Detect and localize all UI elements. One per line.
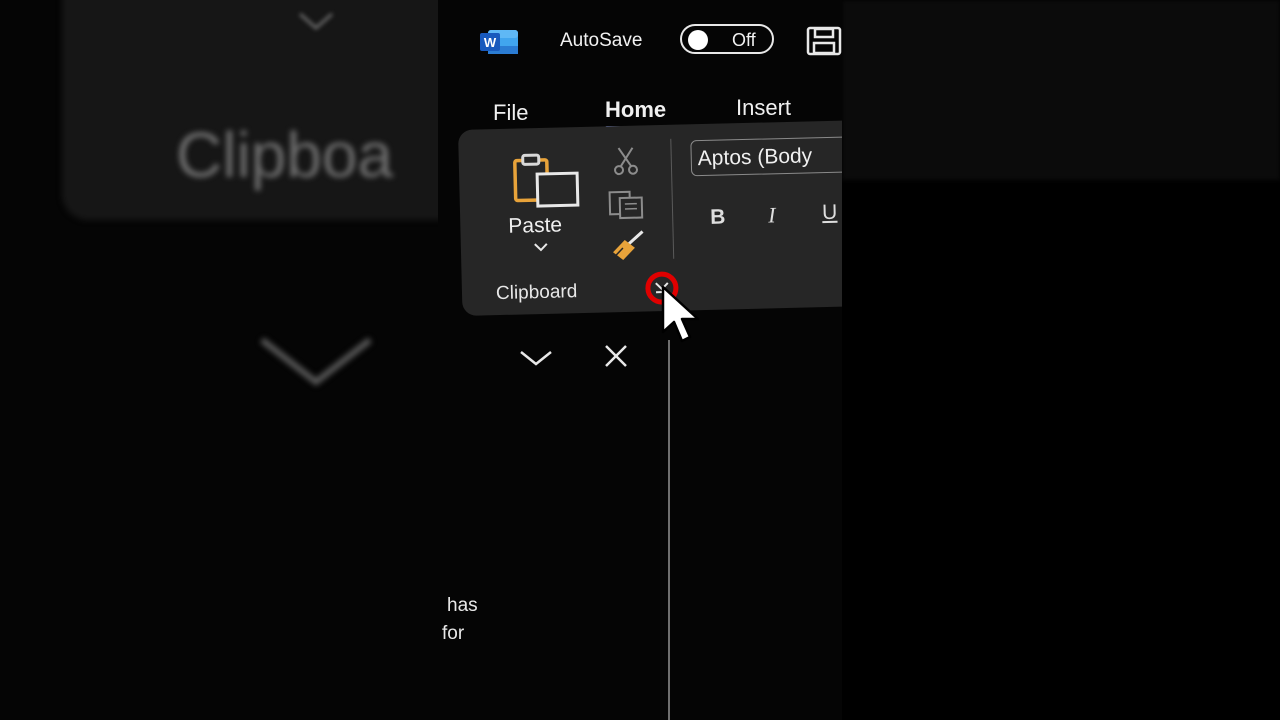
- font-name: Aptos (Body: [697, 144, 813, 171]
- font-name-box[interactable]: Aptos (Body: [690, 135, 842, 177]
- blurred-chevron-icon: [299, 12, 333, 30]
- clipboard-group: Paste Clipboard: [458, 125, 679, 316]
- svg-text:W: W: [484, 35, 497, 50]
- blurred-ribbon-band: [842, 0, 1280, 180]
- bold-button[interactable]: B: [710, 205, 726, 229]
- save-icon[interactable]: [806, 26, 842, 56]
- group-divider: [670, 138, 675, 259]
- close-icon[interactable]: [602, 342, 630, 370]
- tab-file[interactable]: File: [493, 100, 528, 126]
- toggle-knob: [688, 30, 708, 50]
- autosave-state: Off: [732, 30, 756, 50]
- word-window: W AutoSave Off File Home Insert Paste Cl…: [438, 0, 842, 720]
- title-bar: W AutoSave Off: [438, 0, 842, 80]
- document-line: has: [447, 595, 478, 616]
- chevron-down-icon[interactable]: [533, 242, 549, 252]
- blurred-chevron-large-icon: [260, 337, 372, 386]
- clipboard-group-label: Clipboard: [495, 281, 578, 305]
- paste-icon[interactable]: [511, 151, 582, 209]
- blurred-background-right: [842, 0, 1280, 720]
- copy-icon[interactable]: [606, 189, 647, 220]
- chevron-down-icon[interactable]: [518, 346, 554, 370]
- word-icon[interactable]: W: [478, 28, 520, 56]
- paste-button[interactable]: Paste: [508, 213, 562, 238]
- blurred-clipboard-text: Clipboa: [176, 119, 394, 191]
- format-painter-icon[interactable]: [608, 229, 649, 262]
- italic-button[interactable]: I: [768, 202, 776, 228]
- underline-button[interactable]: U: [822, 201, 838, 225]
- document-line: for: [442, 623, 465, 644]
- tab-insert[interactable]: Insert: [736, 95, 791, 121]
- tab-home[interactable]: Home: [605, 97, 666, 123]
- document-text: has for: [438, 592, 478, 648]
- ribbon: Paste Clipboard Aptos (Body B I U: [458, 120, 842, 316]
- autosave-toggle[interactable]: Off: [680, 24, 774, 54]
- blurred-background-left: Clipboa: [0, 0, 438, 720]
- cut-icon[interactable]: [610, 146, 641, 177]
- autosave-label: AutoSave: [560, 30, 643, 51]
- mouse-cursor-icon: [661, 285, 700, 343]
- pane-divider: [668, 340, 670, 720]
